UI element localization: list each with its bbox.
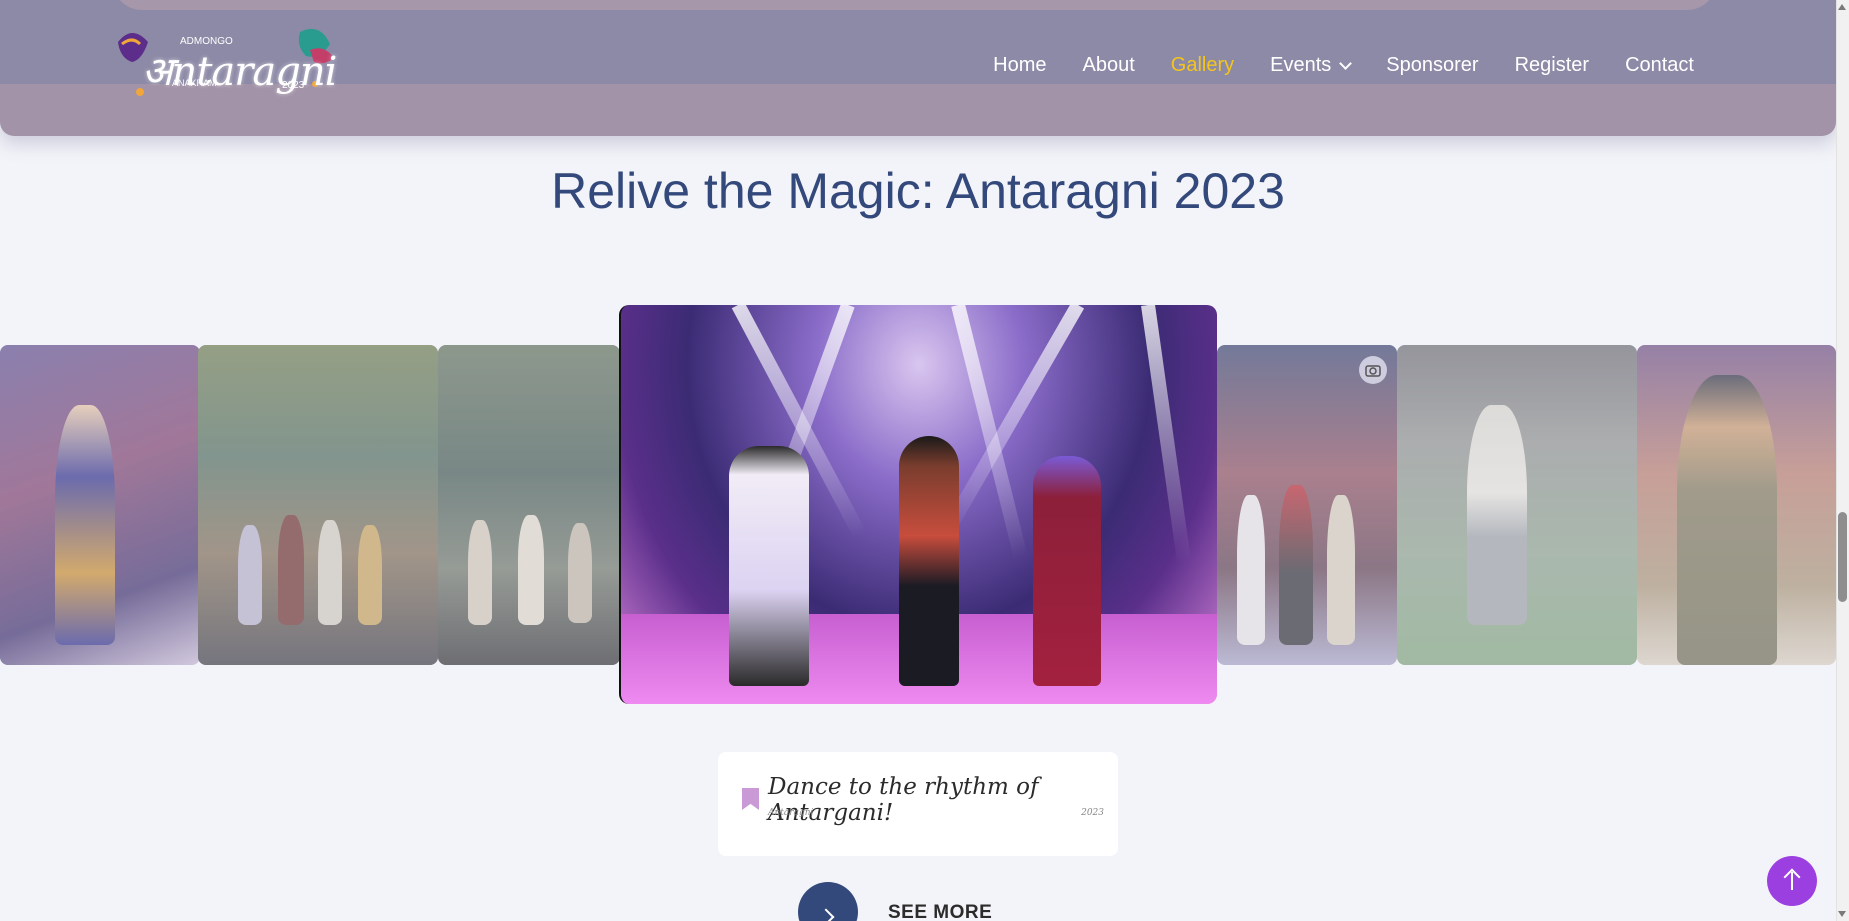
scroll-up-icon[interactable] [1838, 4, 1846, 10]
page-scrollbar[interactable] [1836, 0, 1849, 921]
camera-icon[interactable] [1359, 356, 1387, 384]
nav-register-label: Register [1514, 54, 1590, 76]
nav-about[interactable]: About [1065, 54, 1153, 77]
gallery-slide[interactable] [1637, 345, 1836, 665]
arrow-right-icon [817, 908, 835, 921]
nav-events-label: Events [1270, 54, 1332, 76]
site-logo[interactable]: ADMONGO अntaragni ANAKRAM 2023 [110, 22, 342, 106]
nav-register[interactable]: Register [1497, 54, 1607, 77]
site-header: ADMONGO अntaragni ANAKRAM 2023 Home Abou… [0, 0, 1836, 136]
nav-gallery-label: Gallery [1170, 54, 1235, 76]
scrollbar-thumb[interactable] [1838, 512, 1847, 602]
nav-sponsorer[interactable]: Sponsorer [1368, 54, 1496, 77]
nav-gallery[interactable]: Gallery [1153, 54, 1252, 77]
section-title: Relive the Magic: Antaragni 2023 [551, 163, 1285, 219]
nav-events[interactable]: Events [1252, 54, 1368, 77]
logo-wordmark: अntaragni [142, 49, 337, 95]
logo-sub-text: ANAKRAM [172, 78, 217, 88]
logo-year: 2023 [282, 80, 305, 91]
caption-year: 2023 [1081, 808, 1104, 818]
nav-contact-label: Contact [1625, 54, 1694, 76]
nav-about-label: About [1082, 54, 1135, 76]
scroll-to-top-button[interactable] [1767, 856, 1817, 906]
gallery-slide[interactable] [198, 345, 438, 665]
nav-contact[interactable]: Contact [1607, 54, 1712, 77]
gallery-slide[interactable] [438, 345, 620, 665]
nav-home[interactable]: Home [975, 54, 1064, 77]
nav-sponsorer-label: Sponsorer [1386, 54, 1479, 76]
see-more-label[interactable]: SEE MORE [888, 902, 992, 921]
caption-subtitle: Antaragni [768, 808, 814, 818]
bookmark-icon[interactable] [742, 788, 759, 810]
gallery-active-slide[interactable] [619, 305, 1217, 704]
see-more-button[interactable] [798, 882, 858, 921]
gallery-slide[interactable] [1397, 345, 1637, 665]
scroll-down-icon[interactable] [1838, 911, 1846, 917]
arrow-up-icon [1791, 872, 1793, 890]
header-pill [112, 0, 1717, 10]
gallery-slide[interactable] [1217, 345, 1397, 665]
main-nav: Home About Gallery Events Sponsorer Regi… [975, 54, 1712, 77]
nav-home-label: Home [993, 54, 1047, 76]
gallery-slide[interactable] [0, 345, 200, 665]
chevron-down-icon [1339, 56, 1353, 70]
slide-caption-card: Dance to the rhythm of Antargani! Antara… [718, 752, 1118, 856]
caption-title: Dance to the rhythm of Antargani! [768, 774, 1039, 826]
